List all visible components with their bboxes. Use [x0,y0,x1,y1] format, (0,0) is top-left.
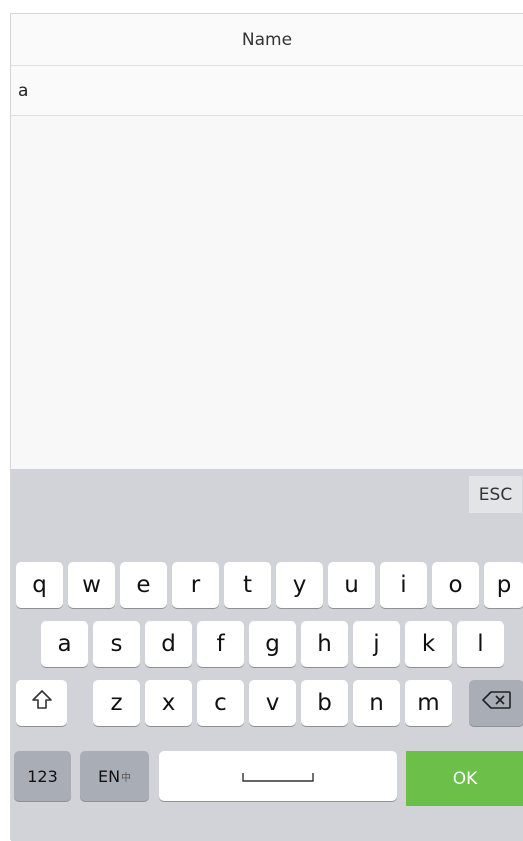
key-n[interactable]: n [353,680,400,726]
key-y[interactable]: y [276,562,323,608]
on-screen-keyboard: q w e r t y u i o p a s d f g h j k l z … [11,520,523,841]
ok-button[interactable]: OK [406,751,523,806]
key-m[interactable]: m [405,680,452,726]
space-key[interactable] [159,751,397,801]
language-label: EN [97,766,121,786]
key-h[interactable]: h [301,621,348,667]
key-l[interactable]: l [457,621,504,667]
key-d[interactable]: d [145,621,192,667]
key-q[interactable]: q [16,562,63,608]
key-g[interactable]: g [249,621,296,667]
key-p[interactable]: p [484,562,523,608]
key-s[interactable]: s [93,621,140,667]
key-z[interactable]: z [93,680,140,726]
key-f[interactable]: f [197,621,244,667]
numbers-key[interactable]: 123 [14,751,71,801]
backspace-key[interactable] [469,680,523,726]
name-input[interactable]: a [11,66,523,116]
key-x[interactable]: x [145,680,192,726]
screen-frame: Name a ESC q w e r t y u i o p a s d f g… [10,13,523,841]
space-icon [242,763,314,789]
language-key[interactable]: EN 中 [80,751,149,801]
title-label: Name [241,29,293,50]
backspace-icon [481,690,512,716]
key-j[interactable]: j [353,621,400,667]
candidate-bar: ESC [11,469,523,520]
key-b[interactable]: b [301,680,348,726]
key-c[interactable]: c [197,680,244,726]
key-o[interactable]: o [432,562,479,608]
key-e[interactable]: e [120,562,167,608]
key-i[interactable]: i [380,562,427,608]
esc-button[interactable]: ESC [469,476,522,513]
key-a[interactable]: a [41,621,88,667]
content-area [11,117,523,469]
key-u[interactable]: u [328,562,375,608]
key-t[interactable]: t [224,562,271,608]
input-text: a [18,80,29,101]
language-alt-label: 中 [121,772,132,784]
shift-icon [31,689,53,717]
key-v[interactable]: v [249,680,296,726]
page-title: Name [11,14,523,66]
key-r[interactable]: r [172,562,219,608]
key-w[interactable]: w [68,562,115,608]
key-k[interactable]: k [405,621,452,667]
shift-key[interactable] [16,680,67,726]
